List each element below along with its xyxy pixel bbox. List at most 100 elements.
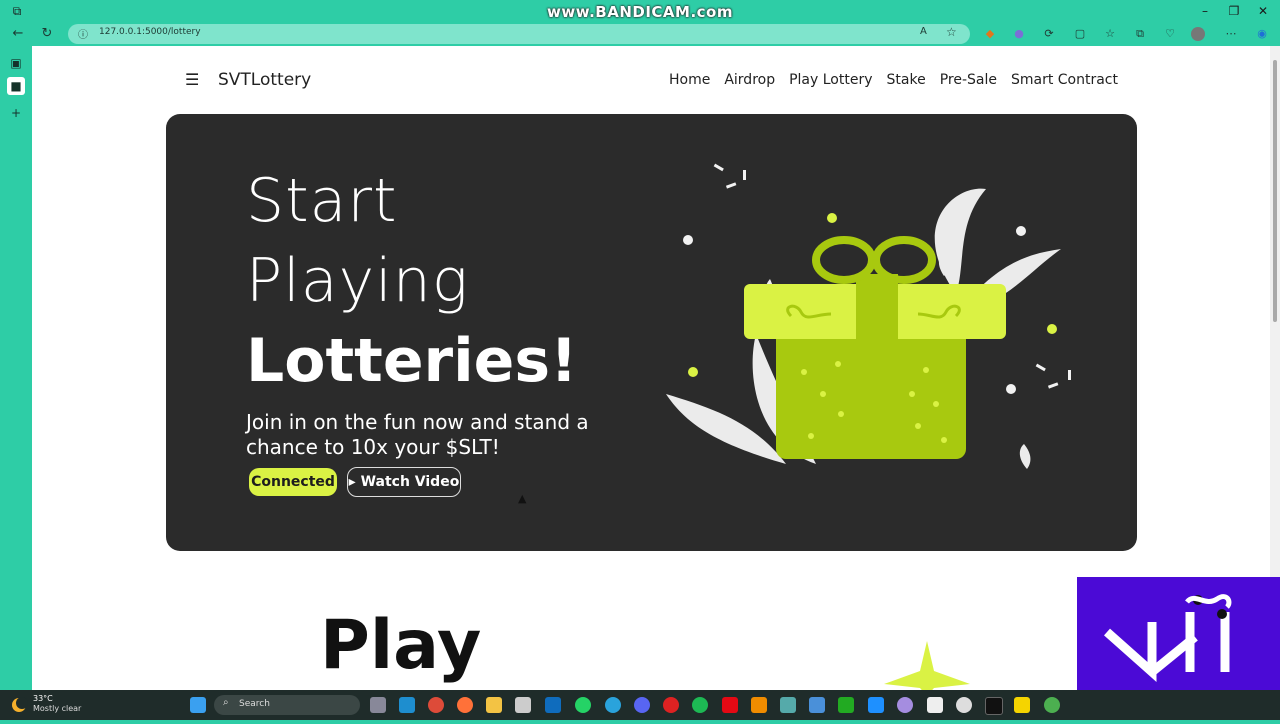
weather-moon-icon — [12, 697, 28, 712]
vscode-icon[interactable] — [868, 697, 884, 713]
telegram-icon[interactable] — [605, 697, 621, 713]
hero-title-line1: Start — [246, 166, 398, 236]
gift-bow-left — [812, 236, 876, 284]
slack-icon[interactable] — [956, 697, 972, 713]
gift-box-illustration — [666, 163, 1071, 469]
nav-airdrop[interactable]: Airdrop — [724, 72, 775, 88]
discord-icon[interactable] — [634, 697, 650, 713]
leaf-shape — [1019, 444, 1031, 469]
settings-more-icon[interactable]: ⋯ — [1222, 25, 1240, 43]
confetti-dot — [827, 213, 837, 223]
terminal-icon[interactable] — [838, 697, 854, 713]
weather-temperature[interactable]: 33°C — [33, 694, 53, 703]
active-tab-icon[interactable]: ■ — [7, 77, 25, 95]
tab-actions-icon[interactable]: ▣ — [7, 54, 25, 72]
gift-bow-right — [872, 236, 936, 284]
confetti-dot — [1016, 226, 1026, 236]
app-icon[interactable] — [515, 697, 531, 713]
confetti-bar — [1068, 370, 1071, 380]
taskbar-search-box[interactable]: ⌕ Search — [214, 695, 360, 715]
scrollbar-thumb[interactable] — [1273, 60, 1277, 322]
weather-description[interactable]: Mostly clear — [33, 704, 81, 713]
notepad-icon[interactable] — [809, 697, 825, 713]
nav-home[interactable]: Home — [669, 72, 710, 88]
netflix-icon[interactable] — [722, 697, 738, 713]
edge-icon[interactable] — [399, 697, 415, 713]
search-icon: ⌕ — [223, 697, 229, 708]
read-aloud-icon[interactable]: A — [920, 26, 927, 37]
confetti-bar — [713, 163, 724, 172]
confetti-dot — [688, 367, 698, 377]
confetti-dot — [1047, 324, 1057, 334]
extension-icon[interactable]: ● — [1010, 25, 1028, 43]
app-icon[interactable] — [780, 697, 796, 713]
confetti-bar — [1035, 363, 1046, 372]
collections-icon[interactable]: ⧉ — [1131, 25, 1149, 43]
extensions-puzzle-icon[interactable]: ⟳ — [1040, 25, 1058, 43]
decorative-star-shape — [884, 641, 970, 690]
file-explorer-icon[interactable] — [486, 697, 502, 713]
nav-smart-contract[interactable]: Smart Contract — [1011, 72, 1118, 88]
profile-avatar[interactable] — [1191, 27, 1205, 41]
sticky-notes-icon[interactable] — [1014, 697, 1030, 713]
windows-start-icon[interactable] — [190, 697, 206, 713]
box-dot — [820, 391, 826, 397]
main-nav: Home Airdrop Play Lottery Stake Pre-Sale… — [669, 72, 1118, 88]
box-dot — [915, 423, 921, 429]
metamask-extension-icon[interactable]: ◆ — [981, 25, 999, 43]
spotify-icon[interactable] — [692, 697, 708, 713]
confetti-bar — [1047, 382, 1059, 389]
confetti-dot — [1006, 384, 1016, 394]
box-dot — [801, 369, 807, 375]
github-icon[interactable] — [897, 697, 913, 713]
whatsapp-icon[interactable] — [575, 697, 591, 713]
outlook-icon[interactable] — [545, 697, 561, 713]
hero-title-line2: Playing — [246, 246, 469, 316]
copilot-icon[interactable]: ◉ — [1253, 25, 1271, 43]
section-title-play: Play — [320, 606, 482, 685]
refresh-icon[interactable]: ↻ — [37, 24, 57, 44]
record-icon[interactable] — [663, 697, 679, 713]
watch-video-button[interactable]: ▸ Watch Video — [347, 467, 461, 497]
address-bar[interactable]: ⓘ 127.0.0.1:5000/lottery A ☆ — [68, 24, 970, 44]
box-dot — [838, 411, 844, 417]
close-button[interactable]: ✕ — [1248, 2, 1278, 20]
browser-essentials-icon[interactable]: ♡ — [1161, 25, 1179, 43]
browser-titlebar: ⧉ www.BANDICAM.com – ❐ ✕ — [0, 0, 1280, 22]
hero-subtitle: Join in on the fun now and stand a chanc… — [246, 410, 589, 459]
hero-banner: Start Playing Lotteries! Join in on the … — [166, 114, 1137, 551]
search-label: Search — [239, 699, 270, 709]
hero-title-line3: Lotteries! — [246, 326, 578, 396]
box-dot — [835, 361, 841, 367]
favorites-icon[interactable]: ☆ — [1101, 25, 1119, 43]
leaf-shape — [934, 188, 986, 294]
site-logo[interactable]: SVTLottery — [218, 70, 311, 90]
restore-button[interactable]: ❐ — [1219, 2, 1249, 20]
connected-button[interactable]: Connected — [249, 468, 337, 496]
browser-toolbar: ← ↻ ⓘ 127.0.0.1:5000/lottery A ☆ ◆ ● ⟳ ▢… — [0, 22, 1280, 46]
hamburger-menu-icon[interactable]: ☰ — [185, 70, 199, 89]
gift-ribbon — [856, 274, 898, 459]
box-dot — [808, 433, 814, 439]
box-dot — [941, 437, 947, 443]
nav-play-lottery[interactable]: Play Lottery — [789, 72, 872, 88]
chrome-icon[interactable] — [1044, 697, 1060, 713]
tradingview-icon[interactable] — [985, 697, 1003, 715]
box-dot — [933, 401, 939, 407]
firefox-icon[interactable] — [457, 697, 473, 713]
notion-icon[interactable] — [927, 697, 943, 713]
site-info-icon[interactable]: ⓘ — [78, 26, 88, 41]
favorite-star-icon[interactable]: ☆ — [946, 25, 957, 39]
chrome-icon[interactable] — [428, 697, 444, 713]
minimize-button[interactable]: – — [1190, 2, 1220, 20]
nav-stake[interactable]: Stake — [887, 72, 926, 88]
new-tab-icon[interactable]: + — [7, 104, 25, 122]
mouse-cursor-icon: ▲ — [518, 492, 527, 505]
windows-taskbar: 33°C Mostly clear ⌕ Search — [0, 690, 1280, 720]
back-icon[interactable]: ← — [8, 24, 28, 44]
split-screen-icon[interactable]: ▢ — [1071, 25, 1089, 43]
nav-pre-sale[interactable]: Pre-Sale — [940, 72, 997, 88]
confetti-dot — [683, 235, 693, 245]
task-view-icon[interactable] — [370, 697, 386, 713]
vlc-icon[interactable] — [751, 697, 767, 713]
